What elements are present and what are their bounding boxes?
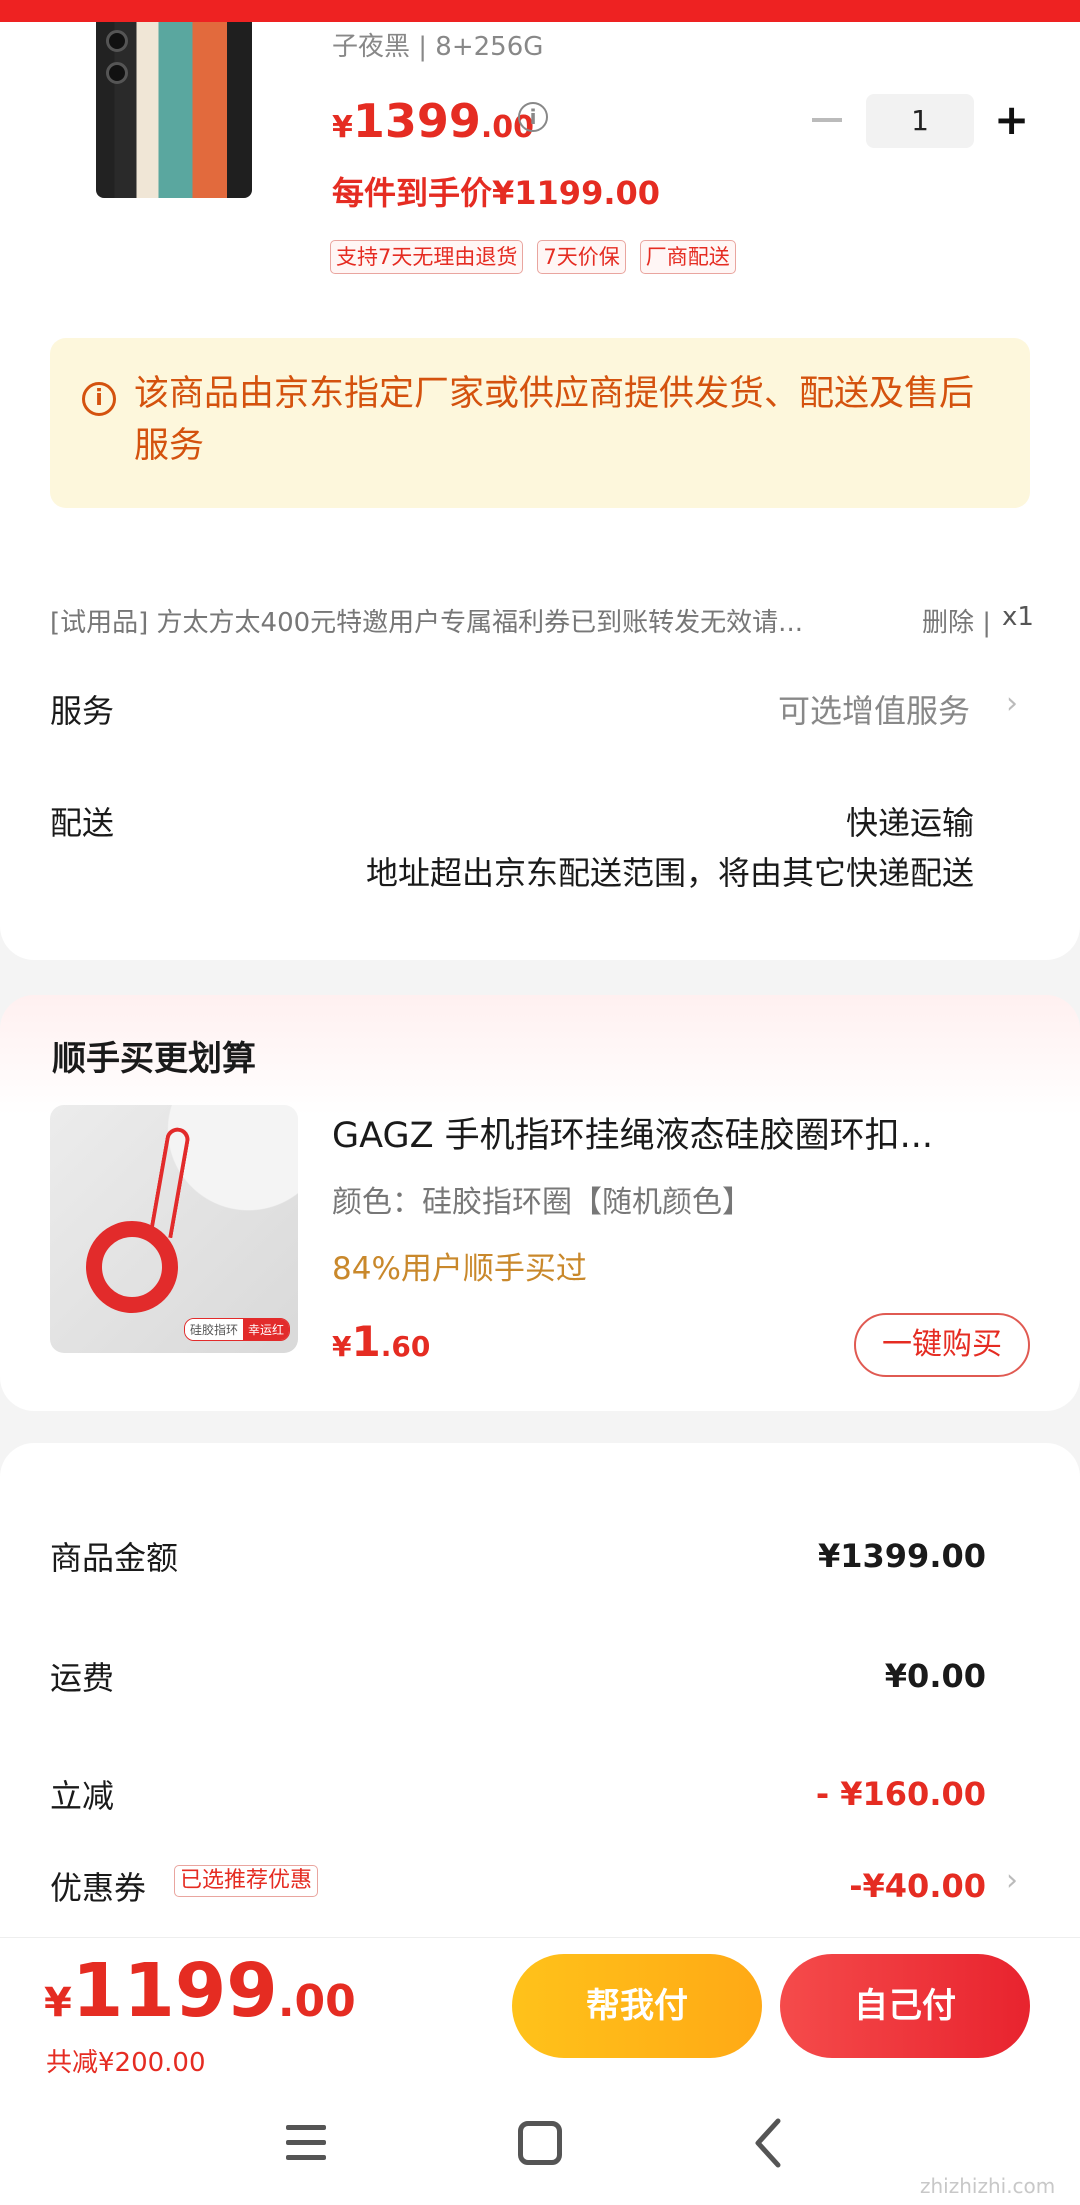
help-me-pay-button[interactable]: 帮我付: [512, 1954, 762, 2058]
goods-amount-value: ¥1399.00: [817, 1537, 986, 1575]
tag-vendor-delivery: 厂商配送: [639, 240, 736, 274]
image-badge: 硅胶指环 幸运红: [183, 1318, 290, 1341]
freight-label: 运费: [50, 1659, 115, 1697]
notice-text: 该商品由京东指定厂家或供应商提供发货、配送及售后服务: [134, 374, 975, 466]
tag-price-protect: 7天价保: [537, 240, 626, 274]
discount-value: - ¥160.00: [815, 1775, 986, 1813]
upsell-product-attr[interactable]: 颜色：硅胶指环圈【随机颜色】: [332, 1177, 752, 1221]
delivery-note: 地址超出京东配送范围，将由其它快递配送: [365, 854, 974, 892]
coupon-label: 优惠券: [50, 1869, 147, 1907]
delivery-label: 配送: [50, 804, 115, 842]
vendor-notice: i 该商品由京东指定厂家或供应商提供发货、配送及售后服务: [50, 338, 1030, 508]
quantity-input[interactable]: 1: [866, 94, 974, 148]
product-image[interactable]: [96, 22, 252, 198]
coupon-recommend-tag: 已选推荐优惠: [174, 1865, 319, 1897]
order-summary-card: 商品金额 ¥1399.00 运费 ¥0.00 立减 - ¥160.00 优惠券 …: [0, 1443, 1080, 1943]
service-tags: 支持7天无理由退货 7天价保 厂商配送: [330, 240, 736, 274]
quantity-minus-button[interactable]: [812, 118, 842, 122]
upsell-price: ¥1.60: [332, 1317, 431, 1366]
watermark: zhizhizhi.com: [920, 2174, 1056, 2198]
tag-return: 支持7天无理由退货: [330, 240, 524, 274]
quantity-plus-button[interactable]: +: [994, 98, 1029, 142]
home-icon[interactable]: [500, 2103, 580, 2183]
back-icon[interactable]: [730, 2103, 810, 2183]
total-saved[interactable]: 共减¥200.00: [46, 2042, 206, 2079]
delivery-method[interactable]: 快递运输: [846, 798, 974, 844]
product-card: 子夜黑 | 8+256G ¥1399.00 i 1 + 每件到手价¥1199.0…: [0, 22, 1080, 960]
chevron-right-icon[interactable]: ›: [1006, 1863, 1018, 1898]
checkout-bar: ¥1199.00 共减¥200.00 帮我付 自己付 zhizhizhi.com: [0, 1937, 1080, 2205]
trial-delete-button[interactable]: 删除 |: [922, 602, 991, 639]
chevron-right-icon[interactable]: ›: [1006, 686, 1018, 721]
info-circle-icon: i: [82, 382, 116, 416]
trial-item-text: [试用品] 方太方太400元特邀用户专属福利券已到账转发无效请...: [50, 608, 803, 638]
finger-ring: [86, 1221, 178, 1313]
freight-value: ¥0.00: [884, 1657, 986, 1695]
upsell-product-name[interactable]: GAGZ 手机指环挂绳液态硅胶圈环扣...: [332, 1107, 1022, 1158]
product-spec[interactable]: 子夜黑 | 8+256G: [332, 26, 543, 63]
recent-apps-icon[interactable]: [266, 2103, 346, 2183]
camera-lens-icon: [106, 62, 128, 84]
service-label: 服务: [50, 692, 115, 730]
one-click-buy-button[interactable]: 一键购买: [854, 1313, 1030, 1377]
upsell-buy-stat: 84%用户顺手买过: [332, 1251, 587, 1287]
info-icon[interactable]: i: [518, 102, 548, 132]
pay-myself-button[interactable]: 自己付: [780, 1954, 1030, 2058]
product-price: ¥1399.00: [332, 94, 535, 148]
upsell-title: 顺手买更划算: [52, 1039, 256, 1079]
coupon-value[interactable]: -¥40.00: [849, 1867, 986, 1905]
total-price: ¥1199.00: [44, 1948, 356, 2034]
upsell-product-image[interactable]: 硅胶指环 幸运红: [50, 1105, 298, 1353]
per-item-price: 每件到手价¥1199.00: [332, 174, 661, 212]
discount-label: 立减: [50, 1777, 115, 1815]
top-header-strip: [0, 0, 1080, 22]
upsell-card: 顺手买更划算 硅胶指环 幸运红 GAGZ 手机指环挂绳液态硅胶圈环扣... 颜色：…: [0, 995, 1080, 1411]
service-value[interactable]: 可选增值服务: [778, 686, 970, 732]
lanyard-cord: [148, 1125, 192, 1239]
trial-quantity: x1: [1002, 602, 1034, 632]
camera-lens-icon: [106, 30, 128, 52]
goods-amount-label: 商品金额: [50, 1539, 179, 1577]
